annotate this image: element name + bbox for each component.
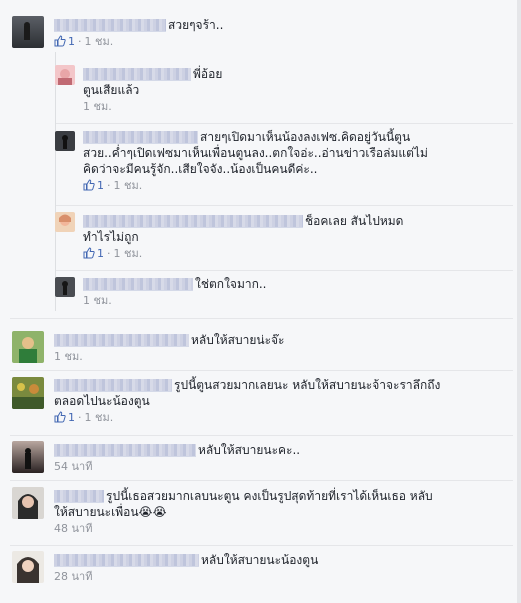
- avatar[interactable]: [12, 551, 44, 583]
- comment-text: หลับให้สบายน่ะจ๊ะ: [191, 333, 285, 347]
- thumbs-up-icon[interactable]: [83, 247, 95, 263]
- comment-time[interactable]: 1 ชม.: [85, 411, 114, 424]
- like-count[interactable]: 1: [97, 247, 104, 260]
- avatar[interactable]: [12, 16, 44, 48]
- comment-time[interactable]: 1 ชม.: [85, 35, 114, 48]
- comment-text: รูปนี้เธอสวยมากเลบนะตูน คงเป็นรูปสุดท้าย…: [106, 489, 433, 503]
- avatar[interactable]: [55, 131, 75, 151]
- author-name[interactable]: [83, 278, 193, 291]
- divider: [10, 435, 513, 436]
- comment-time[interactable]: 48 นาที: [54, 522, 92, 535]
- comment-text: ใช่ตกใจมาก..: [195, 277, 267, 291]
- like-count[interactable]: 1: [68, 411, 75, 424]
- divider: [56, 205, 513, 206]
- avatar[interactable]: [55, 212, 75, 232]
- avatar[interactable]: [12, 487, 44, 519]
- author-name[interactable]: [54, 379, 172, 392]
- comment-meta: 1 · 1 ชม.: [54, 35, 223, 51]
- comment-text-line-2: สวย..ค่ำๆเปิดเฟซมาเห็นเพื่อนตูนลง..ตกใจอ…: [83, 146, 428, 160]
- comment-text: หลับให้สบายนะน้องตูน: [201, 553, 319, 567]
- comment-time[interactable]: 1 ชม.: [83, 100, 112, 113]
- reply-thread-line: [55, 52, 56, 311]
- thumbs-up-icon[interactable]: [83, 179, 95, 195]
- comment-text: สวยๆจร้า..: [168, 18, 224, 32]
- comment-time[interactable]: 54 นาที: [54, 460, 92, 473]
- comment-text-line-3: คิดว่าจะมีคนรู้จัก..เสียใจจัง..น้องเป็นค…: [83, 162, 318, 176]
- like-count[interactable]: 1: [97, 179, 104, 192]
- avatar[interactable]: [12, 441, 44, 473]
- comment-time[interactable]: 28 นาที: [54, 570, 92, 583]
- comment-text: สายๆเปิดมาเห็นน้องลงเฟซ.คิดอยู่วันนี้ตูน: [200, 130, 411, 144]
- thumbs-up-icon[interactable]: [54, 411, 66, 427]
- avatar[interactable]: [55, 277, 75, 297]
- comment-text-line-2: ให้สบายนะเพื่อน😭😭: [54, 505, 167, 519]
- author-name[interactable]: [54, 334, 189, 347]
- author-name[interactable]: [83, 215, 303, 228]
- divider: [56, 270, 513, 271]
- comment-text: ช็อคเลย สันไปหมด: [305, 214, 404, 228]
- divider: [10, 480, 513, 481]
- comment-text: รูปนี้ตูนสวยมากเลยนะ หลับให้สบายนะจ้าจะร…: [174, 378, 441, 392]
- avatar[interactable]: [55, 65, 75, 85]
- divider: [10, 370, 513, 371]
- comment-text-line-2: ตลอดไปนะน้องตูน: [54, 394, 150, 408]
- comment-text-line-2: ตูนเสียแล้ว: [83, 83, 140, 97]
- author-name[interactable]: [54, 19, 166, 32]
- comment-time[interactable]: 1 ชม.: [114, 247, 143, 260]
- thumbs-up-icon[interactable]: [54, 35, 66, 51]
- author-name[interactable]: [83, 131, 198, 144]
- comment-time[interactable]: 1 ชม.: [54, 350, 83, 363]
- comment-text-line-2: ทำไรไม่ถูก: [83, 230, 139, 244]
- divider: [56, 123, 513, 124]
- author-name[interactable]: [83, 68, 191, 81]
- comment-time[interactable]: 1 ชม.: [83, 294, 112, 307]
- comment-text: หลับให้สบายนะคะ..: [198, 443, 301, 457]
- author-name[interactable]: [54, 444, 196, 457]
- avatar[interactable]: [12, 377, 44, 409]
- comment-thread-panel: สวยๆจร้า.. 1 · 1 ชม. พี่อ้อย ตูนเสียแล้ว 1…: [0, 0, 521, 603]
- comment-text: พี่อ้อย: [193, 67, 223, 81]
- author-name[interactable]: [54, 554, 199, 567]
- divider: [10, 318, 513, 319]
- avatar[interactable]: [12, 331, 44, 363]
- divider: [10, 545, 513, 546]
- author-name[interactable]: [54, 490, 104, 503]
- like-count[interactable]: 1: [68, 35, 75, 48]
- comment-time[interactable]: 1 ชม.: [114, 179, 143, 192]
